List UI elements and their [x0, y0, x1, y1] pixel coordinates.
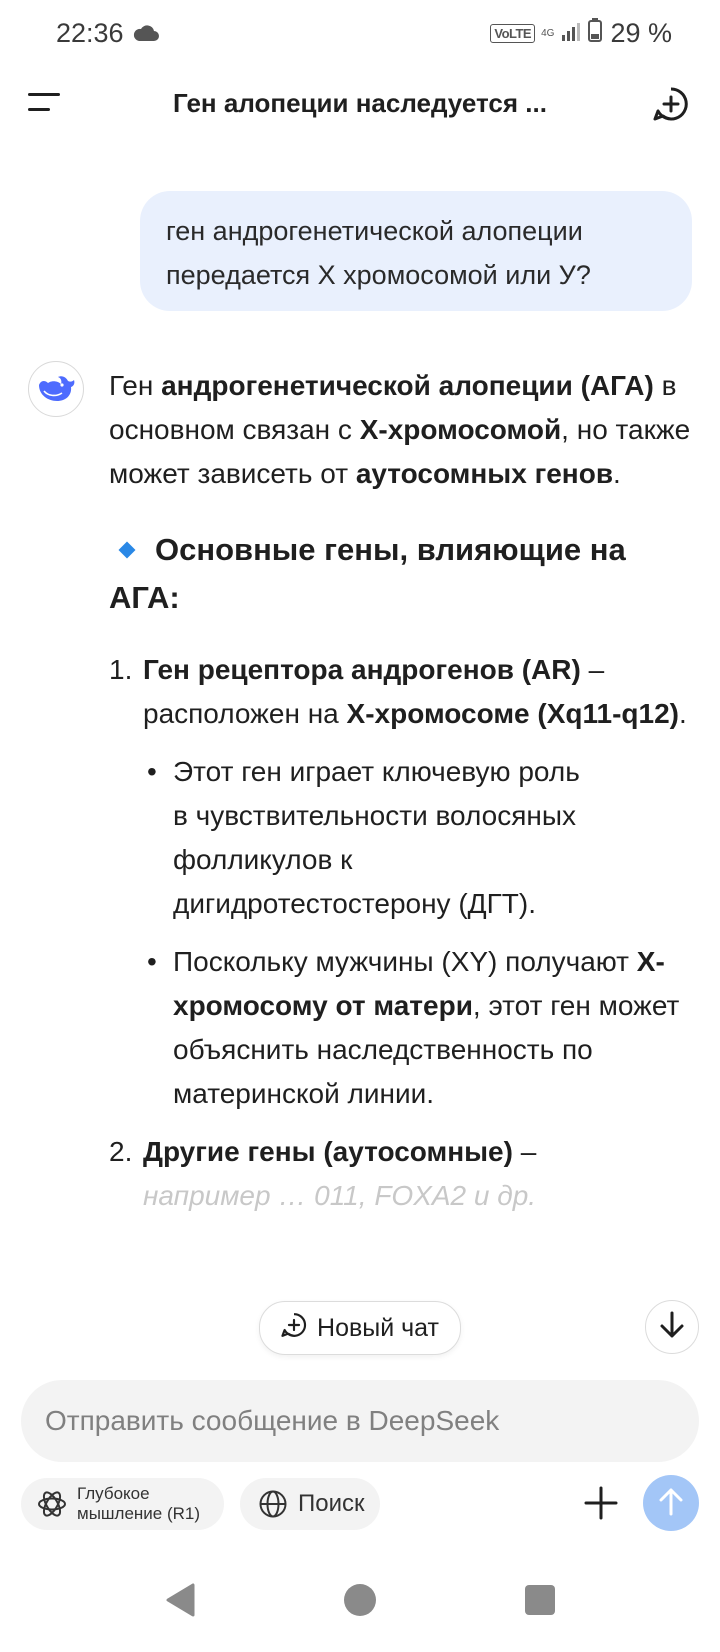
bold-text: Х-хромосоме (Xq11-q12) — [346, 698, 680, 729]
faded-text: например … 011, FOXA2 и др. — [143, 1180, 537, 1211]
whale-logo-icon — [36, 371, 76, 408]
text: Ген — [109, 370, 162, 401]
section-heading-text: Основные гены, влияющие на АГА: — [109, 532, 626, 615]
list-item: 2. Другие гены (аутосомные) – — [109, 1130, 699, 1174]
list-number: 2. — [109, 1136, 133, 1167]
plus-icon — [584, 1486, 618, 1525]
status-indicators: VoLTE 4G 29 % — [490, 18, 672, 49]
back-nav-button[interactable] — [160, 1582, 200, 1622]
bullet-list: • Этот ген играет ключевую роль в чувств… — [109, 750, 699, 1116]
list-item: 1. Ген рецептора андрогенов (AR) – распо… — [109, 648, 699, 736]
text: Поскольку мужчины (XY) получают — [173, 946, 637, 977]
page-title: Ген алопеции наследуется ... — [173, 88, 547, 118]
answer-intro: Ген андрогенетической алопеции (АГА) в о… — [109, 364, 699, 496]
arrow-down-icon — [659, 1311, 685, 1344]
home-circle-icon — [342, 1582, 378, 1623]
new-chat-icon[interactable] — [653, 86, 689, 122]
genes-list: 1. Ген рецептора андрогенов (AR) – распо… — [109, 648, 699, 1218]
bold-text: Другие гены (аутосомные) — [143, 1136, 513, 1167]
bullet-dot: • — [147, 946, 157, 977]
scroll-down-button[interactable] — [645, 1300, 699, 1354]
deep-think-label: Глубокое мышление (R1) — [77, 1484, 200, 1524]
atom-icon — [37, 1489, 67, 1519]
message-placeholder: Отправить сообщение в DeepSeek — [45, 1405, 500, 1436]
bold-text: аутосомных генов — [355, 458, 614, 489]
user-message-line: ген андрогенетической алопеции — [166, 216, 583, 246]
diamond-icon — [118, 541, 136, 559]
list-item-continued: например … 011, FOXA2 и др. — [109, 1174, 699, 1218]
section-heading: Основные гены, влияющие на АГА: — [109, 526, 699, 622]
bold-text: андрогенетической алопеции (АГА) — [161, 370, 654, 401]
attach-button[interactable] — [576, 1480, 626, 1530]
bold-text: Ген рецептора андрогенов (AR) — [143, 654, 581, 685]
new-chat-icon — [281, 1312, 307, 1345]
message-input[interactable]: Отправить сообщение в DeepSeek — [21, 1380, 699, 1462]
text: . — [679, 698, 687, 729]
deep-think-toggle[interactable]: Глубокое мышление (R1) — [21, 1478, 224, 1530]
network-type: 4G — [541, 28, 555, 39]
text: . — [613, 458, 621, 489]
bullet-dot: • — [147, 756, 157, 787]
cloud-icon — [132, 24, 160, 47]
new-chat-label: Новый чат — [317, 1313, 439, 1342]
list-number: 1. — [109, 654, 133, 685]
bold-text: Х-хромосомой — [359, 414, 562, 445]
arrow-up-icon — [658, 1486, 684, 1521]
battery-icon — [588, 18, 603, 49]
search-toggle[interactable]: Поиск — [240, 1478, 380, 1530]
home-nav-button[interactable] — [340, 1582, 380, 1622]
deep-think-label-line: мышление (R1) — [77, 1504, 201, 1523]
back-triangle-icon — [164, 1582, 196, 1623]
globe-icon — [258, 1489, 288, 1519]
recents-nav-button[interactable] — [520, 1582, 560, 1622]
search-label: Поиск — [298, 1490, 365, 1517]
text: – — [512, 1136, 537, 1167]
user-message-bubble: ген андрогенетической алопеции передаетс… — [140, 191, 692, 311]
recents-square-icon — [524, 1584, 556, 1621]
user-message-line: передается Х хромосомой или У? — [166, 260, 591, 290]
bullet-item: • Этот ген играет ключевую роль в чувств… — [143, 750, 699, 926]
volte-badge: VoLTE — [490, 24, 536, 43]
status-time: 22:36 — [56, 18, 124, 48]
send-button[interactable] — [643, 1475, 699, 1531]
bullet-item: • Поскольку мужчины (XY) получают Х-хром… — [143, 940, 699, 1116]
new-chat-button[interactable]: Новый чат — [259, 1301, 461, 1355]
bullet-text: Этот ген играет ключевую роль в чувствит… — [173, 756, 580, 919]
deep-think-label-line: Глубокое — [77, 1484, 150, 1503]
assistant-answer: Ген андрогенетической алопеции (АГА) в о… — [109, 364, 699, 1218]
assistant-avatar — [28, 361, 84, 417]
battery-percent: 29 % — [610, 18, 672, 48]
signal-icon — [562, 18, 581, 49]
